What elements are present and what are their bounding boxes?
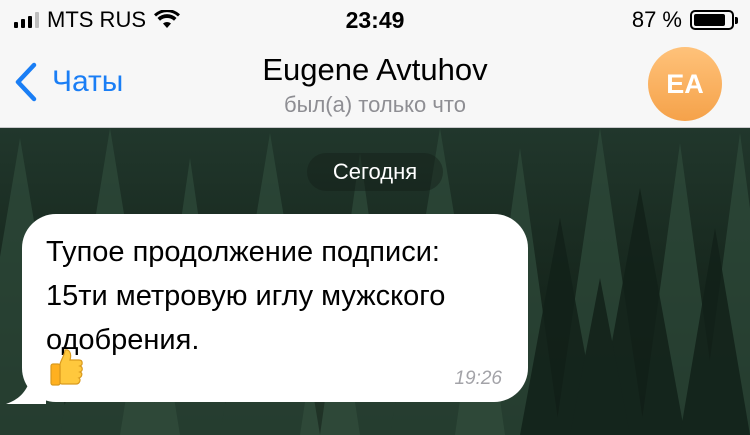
status-bar: MTS RUS 23:49 87 % — [0, 0, 750, 40]
message-text: Тупое продолжение подписи: 15ти метровую… — [46, 236, 446, 356]
avatar[interactable]: EA — [648, 47, 722, 121]
status-right: 87 % — [631, 6, 738, 34]
chat-area[interactable]: Сегодня Тупое продолжение подписи: 15ти … — [0, 128, 750, 435]
contact-status: был(а) только что — [284, 92, 466, 117]
message-time: 19:26 — [454, 368, 502, 389]
contact-name[interactable]: Eugene Avtuhov — [0, 52, 750, 88]
message-bubble[interactable]: Тупое продолжение подписи: 15ти метровую… — [22, 214, 528, 402]
battery-percent: 87 % — [631, 7, 682, 32]
battery-fill — [694, 14, 726, 26]
thumbs-up-icon — [50, 349, 83, 386]
battery-icon — [690, 10, 738, 30]
avatar-initials: EA — [666, 68, 704, 99]
date-label: Сегодня — [332, 159, 418, 184]
date-separator: Сегодня — [307, 153, 443, 191]
chat-header: Чаты Eugene Avtuhov был(а) только что EA — [0, 40, 750, 128]
